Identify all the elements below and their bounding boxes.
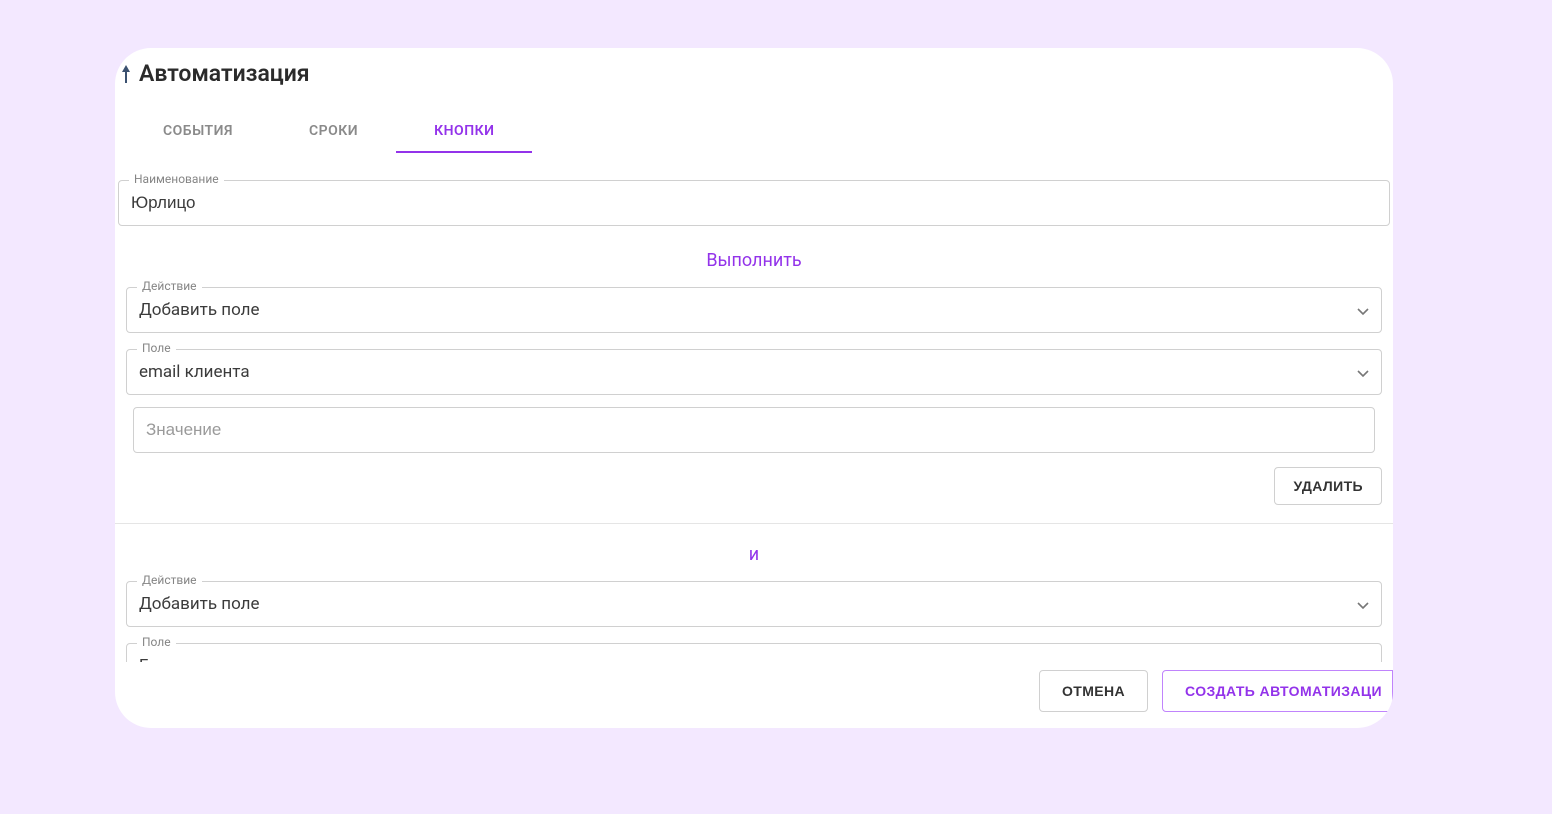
name-input[interactable] <box>119 181 1389 225</box>
form-content: Наименование Выполнить Действие Добавить… <box>115 162 1393 662</box>
action-select-1-wrap: Действие Добавить поле <box>126 287 1382 333</box>
cancel-button[interactable]: ОТМЕНА <box>1039 670 1148 712</box>
modal-title: Автоматизация <box>139 60 310 87</box>
modal-footer: ОТМЕНА СОЗДАТЬ АВТОМАТИЗАЦИ <box>1039 670 1393 712</box>
tab-deadlines[interactable]: СРОКИ <box>271 111 396 153</box>
execute-section-title: Выполнить <box>115 250 1393 271</box>
field-label-1: Поле <box>137 341 176 355</box>
chevron-down-icon <box>1357 301 1369 320</box>
field-select-2-wrap: Поле Бюджет <box>126 643 1382 662</box>
field-select-2[interactable]: Бюджет <box>127 644 1381 662</box>
delete-button-1[interactable]: УДАЛИТЬ <box>1274 467 1382 505</box>
action-select-2-wrap: Действие Добавить поле <box>126 581 1382 627</box>
action-label-2: Действие <box>137 573 202 587</box>
field-select-2-value: Бюджет <box>139 656 1357 662</box>
chevron-down-icon <box>1357 363 1369 382</box>
action-select-2[interactable]: Добавить поле <box>127 582 1381 626</box>
field-select-1-wrap: Поле email клиента <box>126 349 1382 395</box>
action-select-2-value: Добавить поле <box>139 594 1357 614</box>
connector-and: и <box>115 544 1393 565</box>
tabs: СОБЫТИЯ СРОКИ КНОПКИ <box>115 87 1393 154</box>
action-select-1-value: Добавить поле <box>139 300 1357 320</box>
action-select-1[interactable]: Добавить поле <box>127 288 1381 332</box>
action-block-2: Действие Добавить поле Поле Бюджет <box>123 581 1385 662</box>
name-field-label: Наименование <box>129 172 224 186</box>
create-automation-button[interactable]: СОЗДАТЬ АВТОМАТИЗАЦИ <box>1162 670 1393 712</box>
value-input-1-wrap <box>133 407 1375 453</box>
automation-icon <box>121 62 131 86</box>
separator <box>115 523 1393 524</box>
chevron-down-icon <box>1357 657 1369 663</box>
value-input-1[interactable] <box>134 408 1374 452</box>
action-label-1: Действие <box>137 279 202 293</box>
name-field-wrap: Наименование <box>118 180 1390 226</box>
chevron-down-icon <box>1357 595 1369 614</box>
field-select-1-value: email клиента <box>139 362 1357 382</box>
modal-header: Автоматизация <box>115 48 1393 87</box>
tab-events[interactable]: СОБЫТИЯ <box>125 111 271 153</box>
field-label-2: Поле <box>137 635 176 649</box>
tab-buttons[interactable]: КНОПКИ <box>396 111 532 153</box>
action-block-1: Действие Добавить поле Поле email клиент… <box>123 287 1385 505</box>
automation-modal: Автоматизация СОБЫТИЯ СРОКИ КНОПКИ Наиме… <box>115 48 1393 728</box>
field-select-1[interactable]: email клиента <box>127 350 1381 394</box>
